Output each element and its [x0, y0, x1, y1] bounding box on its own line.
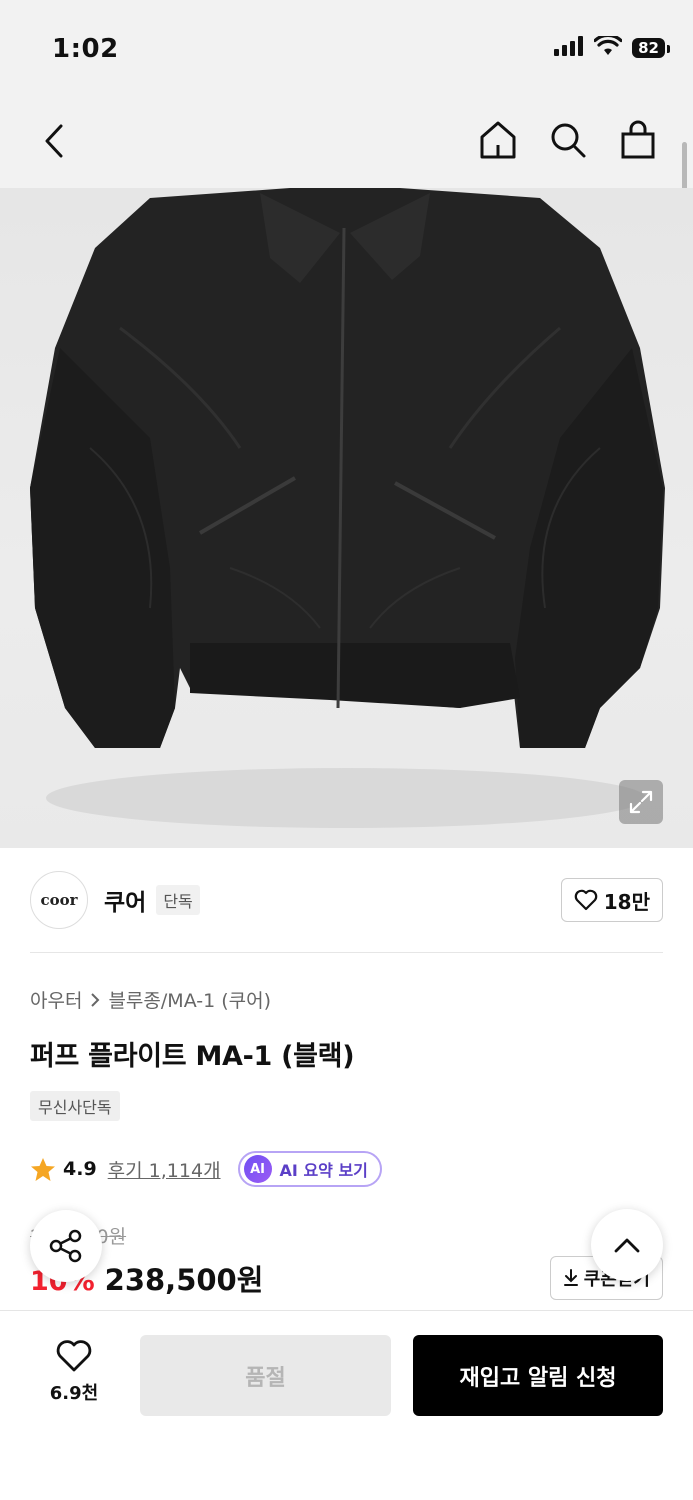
bottom-action-bar: 6.9천 품절 재입고 알림 신청 — [0, 1310, 693, 1500]
expand-image-button[interactable] — [619, 780, 663, 824]
brand-row: coor 쿠어 단독 18만 — [30, 870, 663, 930]
home-button[interactable] — [477, 118, 519, 162]
divider — [30, 952, 663, 953]
heart-icon — [574, 889, 598, 911]
restock-alert-button[interactable]: 재입고 알림 신청 — [413, 1335, 663, 1416]
exclusive-badge: 무신사단독 — [30, 1091, 120, 1121]
ai-summary-label: AI 요약 보기 — [279, 1161, 368, 1180]
cart-button[interactable] — [617, 118, 659, 162]
scroll-top-button[interactable] — [591, 1209, 663, 1281]
expand-icon — [629, 790, 653, 814]
breadcrumb-category[interactable]: 아우터 — [30, 986, 82, 1013]
download-icon — [563, 1269, 578, 1286]
share-icon — [49, 1229, 82, 1263]
wifi-icon — [593, 33, 623, 60]
heart-icon — [56, 1340, 92, 1372]
search-icon — [551, 123, 586, 158]
back-button[interactable] — [34, 118, 74, 164]
breadcrumb-subcategory[interactable]: 블루종/MA-1 (쿠어) — [108, 986, 271, 1013]
wishlist-count: 6.9천 — [49, 1383, 99, 1404]
rating-row: 4.9 후기 1,114개 AI AI 요약 보기 — [30, 1150, 382, 1188]
home-icon — [480, 121, 516, 159]
reviews-link[interactable]: 후기 1,114개 — [108, 1156, 221, 1183]
status-time: 1:02 — [52, 34, 119, 64]
breadcrumb: 아우터 블루종/MA-1 (쿠어) — [30, 986, 271, 1013]
signal-icon — [554, 36, 584, 60]
product-image[interactable] — [0, 188, 693, 848]
brand-logo[interactable]: coor — [30, 871, 88, 929]
sale-price: 238,500원 — [104, 1263, 264, 1297]
ai-summary-button[interactable]: AI AI 요약 보기 — [237, 1151, 382, 1187]
chevron-up-icon — [614, 1238, 640, 1253]
share-button[interactable] — [30, 1210, 102, 1282]
star-icon — [31, 1157, 55, 1181]
wishlist-button[interactable]: 6.9천 — [40, 1339, 108, 1405]
product-title: 퍼프 플라이트 MA-1 (블랙) — [30, 1041, 355, 1072]
ai-icon: AI — [243, 1155, 272, 1183]
status-icons: 82 — [554, 33, 670, 60]
header-actions — [477, 118, 659, 162]
brand-name[interactable]: 쿠어 — [104, 883, 146, 917]
chevron-left-icon — [45, 124, 63, 158]
rating-value: 4.9 — [63, 1158, 97, 1180]
search-button[interactable] — [547, 118, 589, 162]
jacket-image — [30, 188, 665, 828]
shopping-bag-icon — [621, 120, 655, 159]
top-area: 1:02 82 — [0, 0, 693, 188]
brand-exclusive-tag: 단독 — [156, 885, 200, 915]
battery-indicator: 82 — [632, 38, 670, 58]
brand-like-button[interactable]: 18만 — [560, 878, 663, 922]
brand-like-count: 18만 — [603, 889, 650, 914]
soldout-button[interactable]: 품절 — [140, 1335, 391, 1416]
chevron-right-icon — [91, 992, 100, 1007]
